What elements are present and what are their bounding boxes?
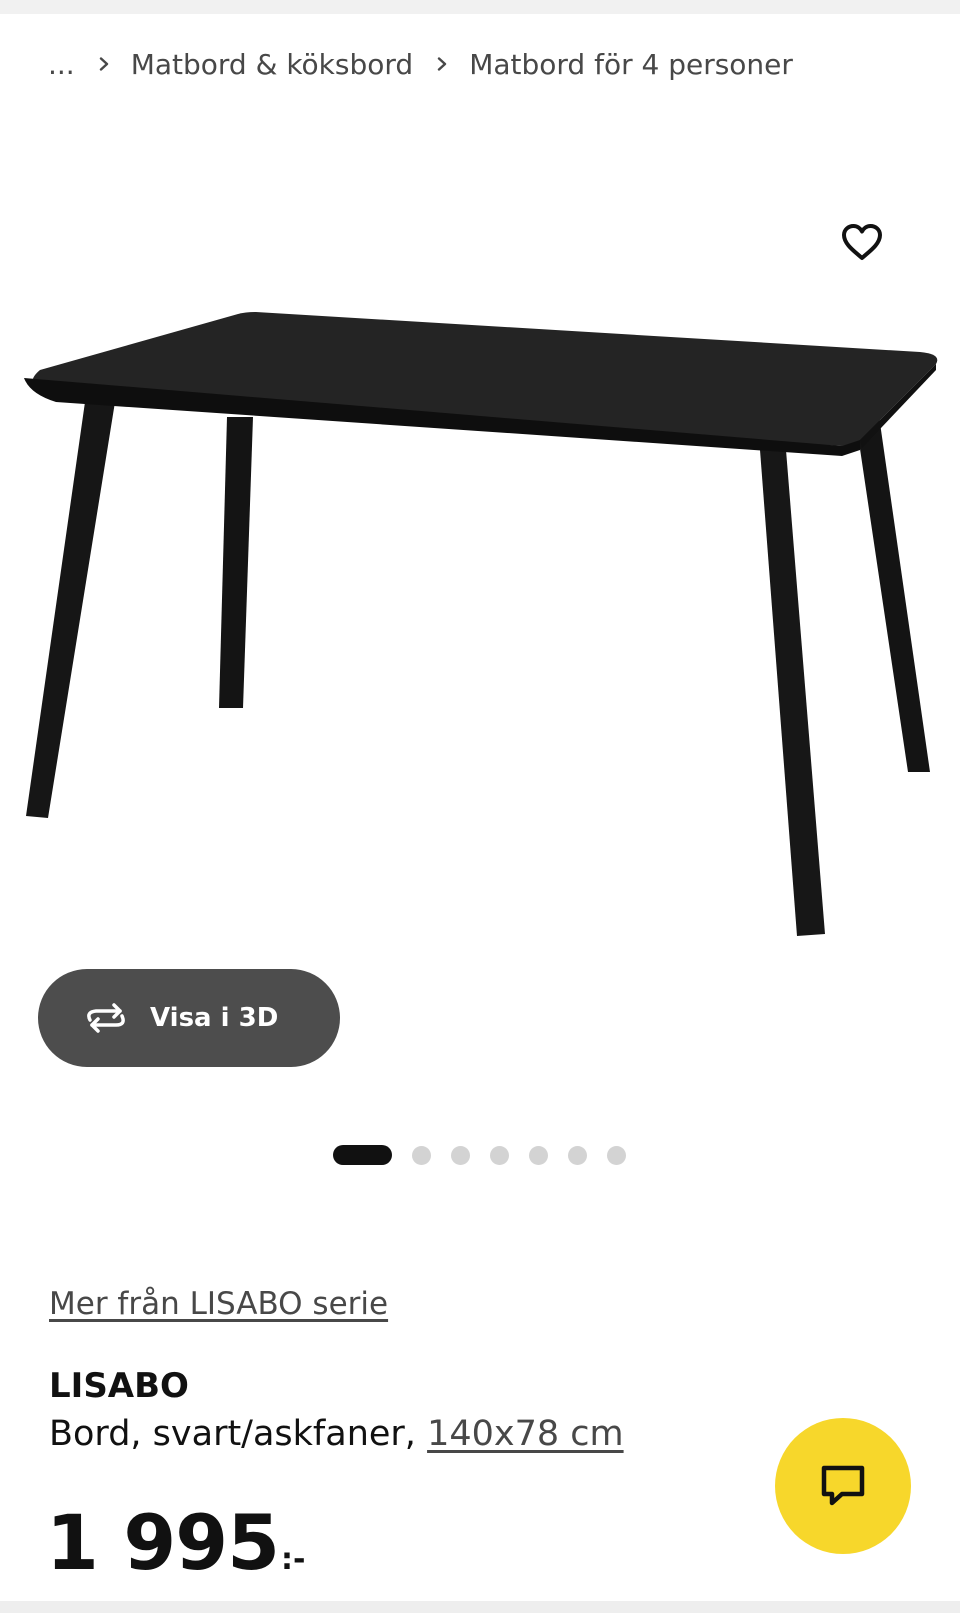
bottom-strip	[0, 1601, 960, 1613]
price-suffix: :-	[280, 1542, 306, 1577]
chevron-right-icon	[435, 57, 449, 71]
price-amount: 1 995	[46, 1498, 280, 1587]
product-description: Bord, svart/askfaner, 140x78 cm	[49, 1414, 624, 1454]
carousel-dot[interactable]	[490, 1145, 509, 1165]
top-status-strip	[0, 0, 960, 14]
table-leg	[852, 395, 930, 772]
carousel-dot-active[interactable]	[333, 1145, 392, 1165]
breadcrumb-item-dining-tables[interactable]: Matbord & köksbord	[131, 48, 413, 81]
table-leg	[26, 395, 115, 818]
chevron-right-icon	[97, 57, 111, 71]
breadcrumb: ... Matbord & köksbord Matbord för 4 per…	[48, 44, 793, 84]
heart-icon	[842, 224, 882, 260]
chat-icon	[821, 1465, 865, 1506]
product-size-link[interactable]: 140x78 cm	[427, 1414, 624, 1454]
breadcrumb-item-overflow[interactable]: ...	[48, 48, 75, 81]
product-image[interactable]	[0, 290, 960, 950]
carousel-dot[interactable]	[607, 1145, 626, 1165]
carousel-dot[interactable]	[568, 1145, 587, 1165]
product-description-text: Bord, svart/askfaner,	[49, 1414, 416, 1454]
view-3d-label: Visa i 3D	[150, 1003, 279, 1033]
carousel-dot[interactable]	[412, 1145, 431, 1165]
rotate-3d-icon	[82, 998, 130, 1038]
product-price: 1 995 :-	[46, 1498, 305, 1587]
breadcrumb-item-tables-for-4[interactable]: Matbord för 4 personer	[469, 48, 793, 81]
product-name: LISABO	[49, 1366, 189, 1406]
table-leg	[219, 417, 253, 708]
carousel-dot[interactable]	[529, 1145, 548, 1165]
table-leg	[760, 450, 825, 936]
series-link[interactable]: Mer från LISABO serie	[49, 1286, 388, 1322]
favorite-button[interactable]	[838, 218, 886, 266]
chat-button[interactable]	[775, 1418, 911, 1554]
image-carousel-indicator	[333, 1145, 626, 1165]
view-3d-button[interactable]: Visa i 3D	[38, 969, 340, 1067]
carousel-dot[interactable]	[451, 1145, 470, 1165]
